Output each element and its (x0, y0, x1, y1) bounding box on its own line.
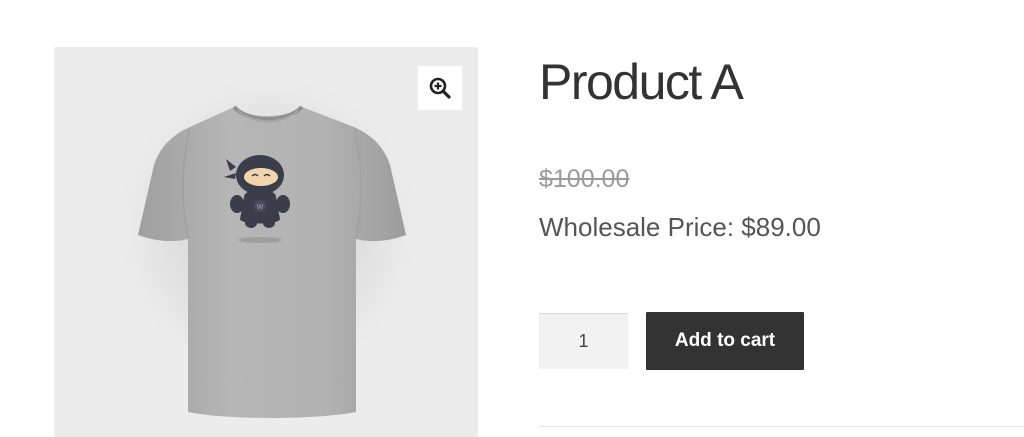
zoom-button[interactable] (418, 66, 462, 110)
product-gallery: W (54, 47, 478, 437)
divider (539, 426, 1024, 427)
quantity-input[interactable] (539, 313, 628, 369)
product-image[interactable]: W (54, 47, 478, 437)
product-title: Product A (539, 54, 744, 110)
svg-text:W: W (257, 204, 264, 211)
regular-price: $100.00 (539, 165, 630, 193)
add-to-cart-button[interactable]: Add to cart (646, 312, 804, 370)
zoom-in-icon (429, 77, 451, 99)
wholesale-price: Wholesale Price: $89.00 (539, 212, 821, 242)
